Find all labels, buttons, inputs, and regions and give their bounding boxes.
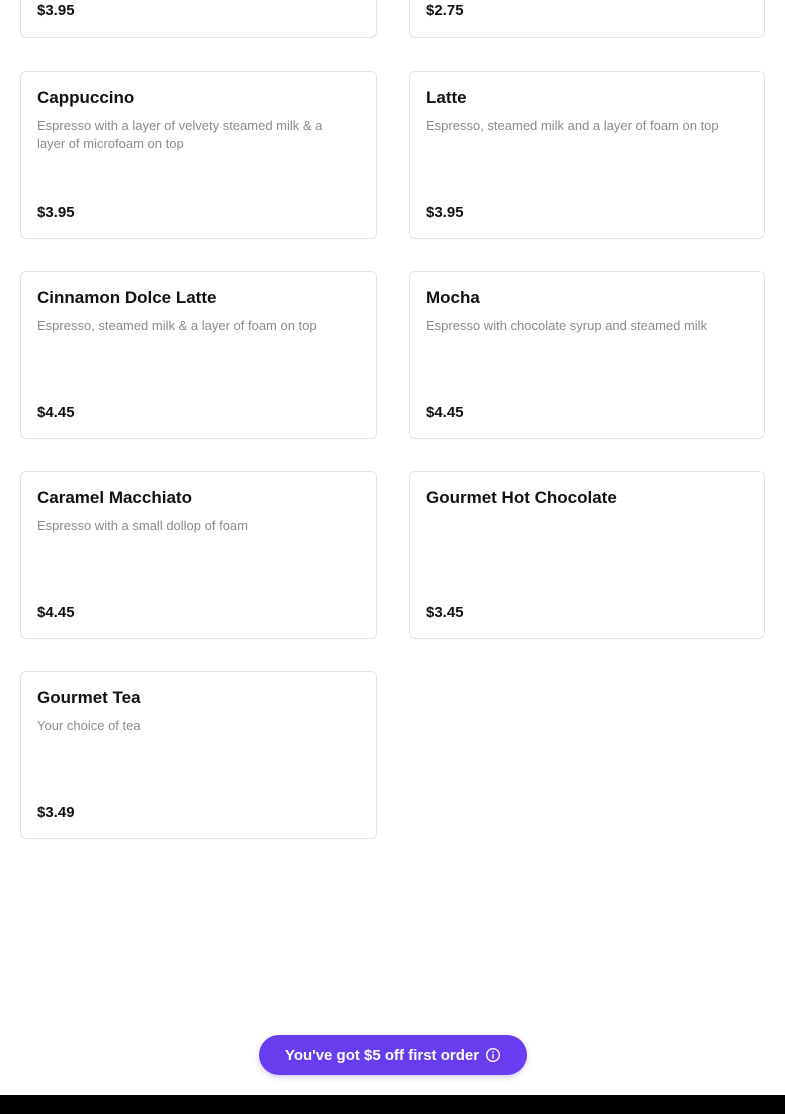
item-description: Espresso, steamed milk and a layer of fo… [426, 118, 719, 133]
menu-item-card[interactable]: Gourmet Hot Chocolate $3.45 [409, 471, 765, 639]
menu-item-card[interactable]: $2.75 [409, 0, 765, 38]
item-price: $3.95 [426, 204, 464, 221]
menu-item-card[interactable]: Latte Espresso, steamed milk and a layer… [409, 71, 765, 239]
item-price: $3.95 [37, 2, 75, 19]
item-name: Cappuccino [37, 88, 135, 107]
item-name: Gourmet Tea [37, 688, 141, 707]
item-description: Espresso with chocolate syrup and steame… [426, 318, 708, 333]
menu-item-card[interactable]: Cinnamon Dolce Latte Espresso, steamed m… [20, 271, 377, 439]
item-description: Espresso, steamed milk & a layer of foam… [37, 318, 317, 333]
info-icon[interactable] [485, 1047, 501, 1063]
menu-item-card[interactable]: Cappuccino Espresso with a layer of velv… [20, 71, 377, 239]
item-name: Mocha [426, 288, 480, 307]
menu-page: $3.95 $2.75 Cappuccino Espresso with a l… [0, 0, 785, 1114]
item-description: Espresso with a layer of velvety steamed… [37, 118, 323, 151]
footer-bar [0, 1095, 785, 1114]
item-price: $3.95 [37, 204, 75, 221]
item-price: $3.45 [426, 604, 464, 621]
item-name: Cinnamon Dolce Latte [37, 288, 217, 307]
item-name: Gourmet Hot Chocolate [426, 488, 617, 507]
promo-label: You've got $5 off first order [284, 1046, 480, 1064]
item-price: $4.45 [426, 404, 464, 421]
item-description: Espresso with a small dollop of foam [37, 518, 248, 533]
first-order-promo-button[interactable]: You've got $5 off first order [259, 1035, 527, 1075]
menu-item-card[interactable]: Gourmet Tea Your choice of tea $3.49 [20, 671, 377, 839]
item-description: Your choice of tea [37, 718, 141, 733]
item-name: Latte [426, 88, 467, 107]
item-name: Caramel Macchiato [37, 488, 192, 507]
item-price: $4.45 [37, 404, 75, 421]
menu-item-card[interactable]: Caramel Macchiato Espresso with a small … [20, 471, 377, 639]
item-price: $2.75 [426, 2, 464, 19]
menu-item-card[interactable]: $3.95 [20, 0, 377, 38]
menu-item-card[interactable]: Mocha Espresso with chocolate syrup and … [409, 271, 765, 439]
item-price: $4.45 [37, 604, 75, 621]
item-price: $3.49 [37, 804, 75, 821]
